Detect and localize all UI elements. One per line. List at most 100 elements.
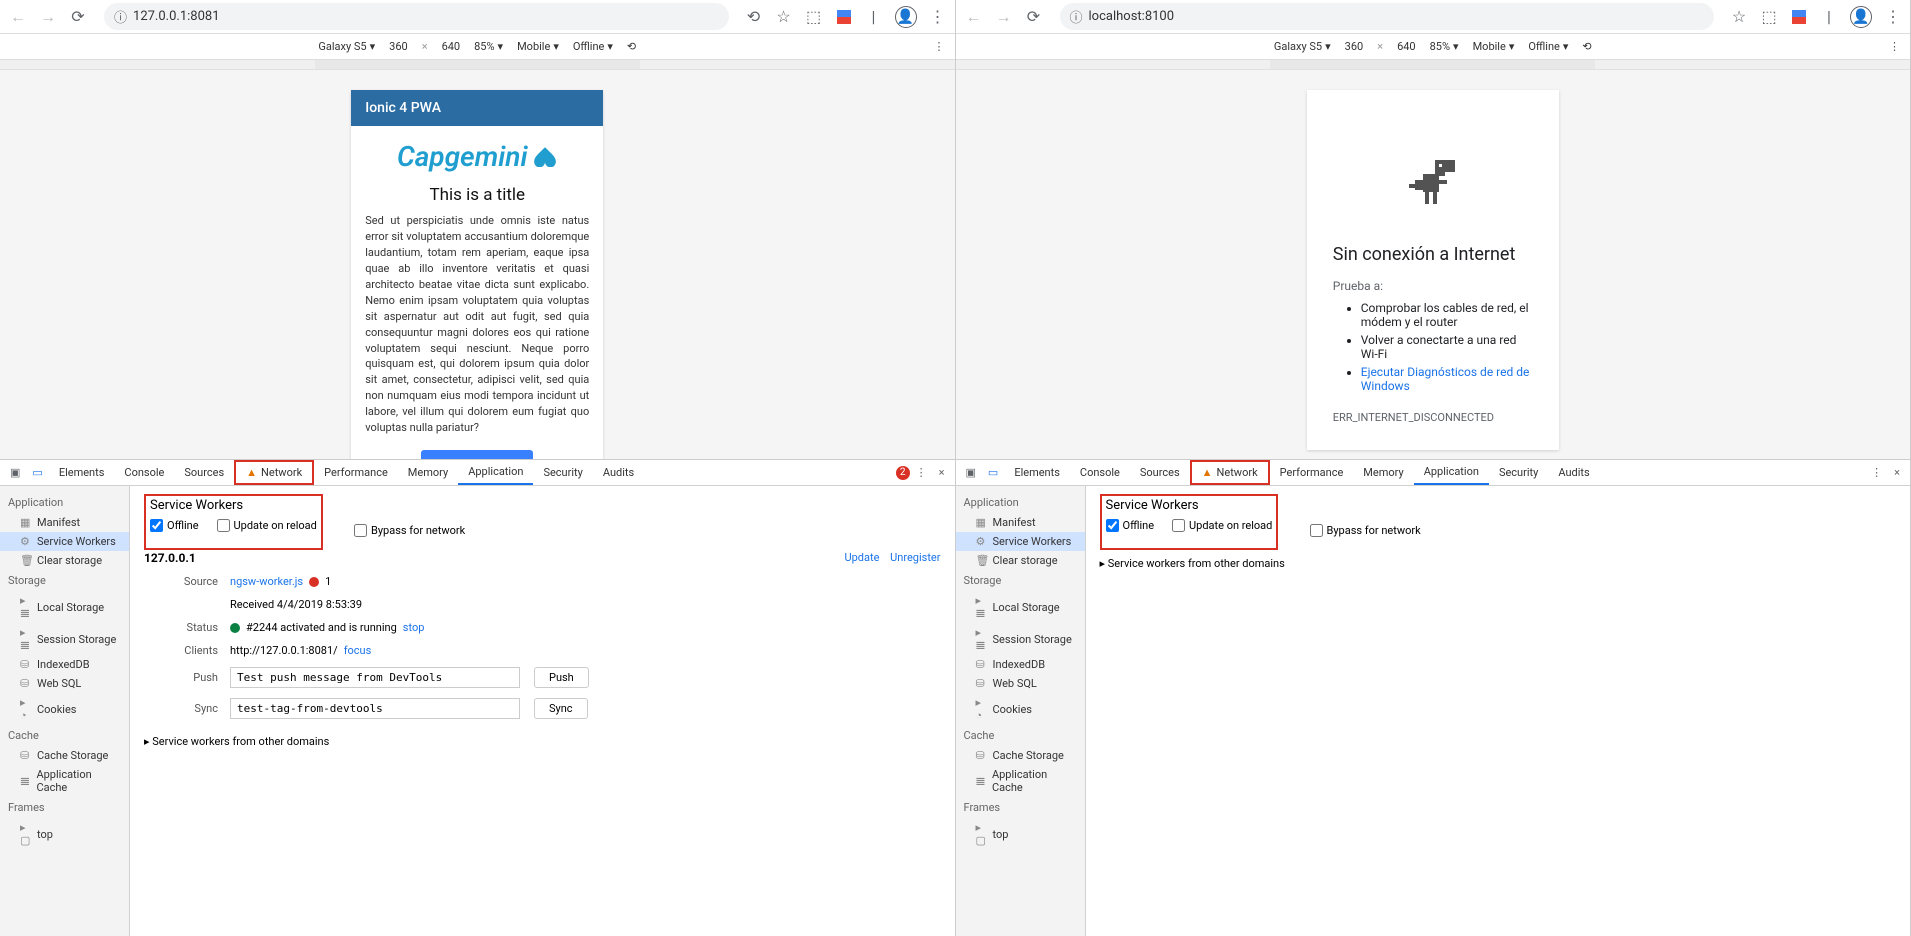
push-button[interactable]: Push bbox=[534, 667, 589, 688]
tab-audits[interactable]: Audits bbox=[593, 460, 644, 485]
tab-console[interactable]: Console bbox=[1070, 460, 1130, 485]
sidebar-app-cache[interactable]: 𝌆Application Cache bbox=[956, 765, 1085, 797]
tab-audits[interactable]: Audits bbox=[1548, 460, 1599, 485]
site-info-icon[interactable]: ⓘ bbox=[1070, 7, 1083, 26]
sidebar-local-storage[interactable]: ▸ 𝌆Local Storage bbox=[0, 591, 129, 623]
inspect-icon[interactable]: ▣ bbox=[960, 466, 982, 479]
menu-icon[interactable]: ⋮ bbox=[1884, 8, 1902, 26]
offline-diagnostics-link[interactable]: Ejecutar Diagnósticos de red de Windows bbox=[1361, 365, 1530, 393]
forward-button[interactable]: → bbox=[994, 7, 1014, 27]
throttle-select[interactable]: Offline ▾ bbox=[1528, 40, 1568, 53]
tab-elements[interactable]: Elements bbox=[1004, 460, 1070, 485]
sidebar-local-storage[interactable]: ▸ 𝌆Local Storage bbox=[956, 591, 1085, 623]
stop-link[interactable]: stop bbox=[403, 621, 425, 634]
device-toggle-icon[interactable]: ▭ bbox=[26, 466, 48, 479]
tab-application[interactable]: Application bbox=[1414, 460, 1489, 485]
settings-icon[interactable]: ⋮ bbox=[1865, 466, 1888, 479]
rotate-icon[interactable]: ⟲ bbox=[1582, 40, 1591, 53]
sidebar-websql[interactable]: ⛁Web SQL bbox=[0, 674, 129, 693]
tab-memory[interactable]: Memory bbox=[1353, 460, 1413, 485]
reload-button[interactable]: ⟳ bbox=[1024, 7, 1044, 27]
sidebar-indexeddb[interactable]: ⛁IndexedDB bbox=[0, 655, 129, 674]
device-menu-icon[interactable]: ⋮ bbox=[934, 40, 945, 53]
sidebar-top-frame[interactable]: ▸ ▢top bbox=[0, 818, 129, 850]
sidebar-top-frame[interactable]: ▸ ▢top bbox=[956, 818, 1085, 850]
back-button[interactable]: ← bbox=[964, 7, 984, 27]
tab-network[interactable]: ▲Network bbox=[234, 460, 314, 485]
reload-button[interactable]: ⟳ bbox=[68, 7, 88, 27]
focus-link[interactable]: focus bbox=[344, 644, 372, 657]
profile-icon[interactable]: 👤 bbox=[1850, 6, 1872, 28]
sidebar-websql[interactable]: ⛁Web SQL bbox=[956, 674, 1085, 693]
tab-security[interactable]: Security bbox=[533, 460, 592, 485]
source-file-link[interactable]: ngsw-worker.js bbox=[230, 575, 303, 588]
back-button[interactable]: ← bbox=[8, 7, 28, 27]
close-devtools-icon[interactable]: × bbox=[1888, 466, 1906, 479]
sidebar-session-storage[interactable]: ▸ 𝌆Session Storage bbox=[956, 623, 1085, 655]
sidebar-cookies[interactable]: ▸ ◔Cookies bbox=[0, 693, 129, 725]
settings-icon[interactable]: ⋮ bbox=[910, 466, 933, 479]
bookmark-icon[interactable]: ☆ bbox=[1730, 8, 1748, 26]
sidebar-cache-storage[interactable]: ⛁Cache Storage bbox=[956, 746, 1085, 765]
sync-input[interactable] bbox=[230, 698, 520, 719]
rotate-icon[interactable]: ⟲ bbox=[627, 40, 636, 53]
update-reload-checkbox[interactable]: Update on reload bbox=[217, 519, 317, 532]
close-devtools-icon[interactable]: × bbox=[933, 466, 951, 479]
tab-console[interactable]: Console bbox=[114, 460, 174, 485]
sidebar-service-workers[interactable]: ⚙Service Workers bbox=[0, 532, 129, 551]
device-select[interactable]: Galaxy S5 ▾ bbox=[1274, 40, 1331, 53]
sidebar-service-workers[interactable]: ⚙Service Workers bbox=[956, 532, 1085, 551]
extension-icon-1[interactable]: ⬚ bbox=[805, 8, 823, 26]
site-info-icon[interactable]: ⓘ bbox=[114, 7, 127, 26]
tab-application[interactable]: Application bbox=[458, 460, 533, 485]
inspect-icon[interactable]: ▣ bbox=[4, 466, 26, 479]
device-height[interactable]: 640 bbox=[1397, 40, 1416, 53]
sidebar-session-storage[interactable]: ▸ 𝌆Session Storage bbox=[0, 623, 129, 655]
sidebar-manifest[interactable]: ▦Manifest bbox=[956, 513, 1085, 532]
mode-select[interactable]: Mobile ▾ bbox=[1473, 40, 1515, 53]
device-width[interactable]: 360 bbox=[389, 40, 408, 53]
sidebar-cookies[interactable]: ▸ ◔Cookies bbox=[956, 693, 1085, 725]
zoom-select[interactable]: 85% ▾ bbox=[1430, 40, 1459, 53]
sidebar-manifest[interactable]: ▦Manifest bbox=[0, 513, 129, 532]
tab-elements[interactable]: Elements bbox=[49, 460, 115, 485]
extension-icon-1[interactable]: ⬚ bbox=[1760, 8, 1778, 26]
sidebar-cache-storage[interactable]: ⛁Cache Storage bbox=[0, 746, 129, 765]
device-height[interactable]: 640 bbox=[442, 40, 461, 53]
mode-select[interactable]: Mobile ▾ bbox=[517, 40, 559, 53]
throttle-select[interactable]: Offline ▾ bbox=[573, 40, 613, 53]
update-link[interactable]: Update bbox=[844, 551, 879, 564]
other-domains-toggle[interactable]: Service workers from other domains bbox=[1100, 557, 1897, 570]
address-bar[interactable]: ⓘ localhost:8100 bbox=[1060, 3, 1715, 30]
bypass-checkbox[interactable]: Bypass for network bbox=[1310, 524, 1421, 537]
offline-checkbox[interactable]: Offline bbox=[150, 519, 199, 532]
sidebar-indexeddb[interactable]: ⛁IndexedDB bbox=[956, 655, 1085, 674]
push-input[interactable] bbox=[230, 667, 520, 688]
sync-button[interactable]: Sync bbox=[534, 698, 588, 719]
update-reload-checkbox[interactable]: Update on reload bbox=[1172, 519, 1272, 532]
forward-button[interactable]: → bbox=[38, 7, 58, 27]
device-menu-icon[interactable]: ⋮ bbox=[1889, 40, 1900, 53]
tab-performance[interactable]: Performance bbox=[314, 460, 398, 485]
other-domains-toggle[interactable]: Service workers from other domains bbox=[144, 735, 941, 748]
translate-icon[interactable]: ⟲ bbox=[745, 8, 763, 26]
extension-icon-2[interactable] bbox=[835, 8, 853, 26]
address-bar[interactable]: ⓘ 127.0.0.1:8081 bbox=[104, 3, 729, 30]
unregister-link[interactable]: Unregister bbox=[890, 551, 940, 564]
zoom-select[interactable]: 85% ▾ bbox=[474, 40, 503, 53]
error-count-badge[interactable]: 2 bbox=[896, 466, 910, 480]
replace-image-button[interactable]: REPLACE IMAGE bbox=[421, 450, 533, 459]
bypass-checkbox[interactable]: Bypass for network bbox=[354, 524, 465, 537]
sidebar-app-cache[interactable]: 𝌆Application Cache bbox=[0, 765, 129, 797]
bookmark-icon[interactable]: ☆ bbox=[775, 8, 793, 26]
tab-network[interactable]: ▲Network bbox=[1190, 460, 1270, 485]
offline-checkbox[interactable]: Offline bbox=[1106, 519, 1155, 532]
device-toggle-icon[interactable]: ▭ bbox=[982, 466, 1004, 479]
tab-memory[interactable]: Memory bbox=[398, 460, 458, 485]
menu-icon[interactable]: ⋮ bbox=[929, 8, 947, 26]
device-width[interactable]: 360 bbox=[1345, 40, 1364, 53]
tab-sources[interactable]: Sources bbox=[1130, 460, 1190, 485]
profile-icon[interactable]: 👤 bbox=[895, 6, 917, 28]
tab-performance[interactable]: Performance bbox=[1270, 460, 1354, 485]
tab-sources[interactable]: Sources bbox=[174, 460, 234, 485]
